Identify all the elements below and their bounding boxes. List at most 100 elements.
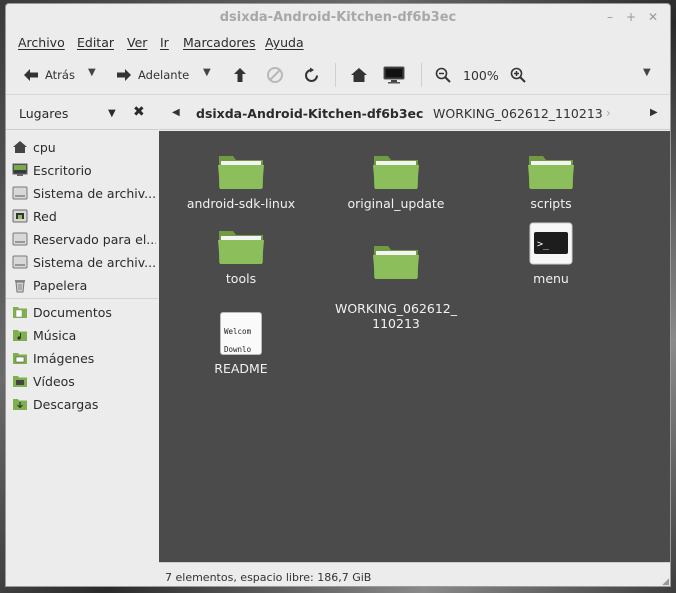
sidebar-item-label: Sistema de archiv...	[33, 254, 156, 270]
stop-button[interactable]	[266, 65, 284, 85]
file-name: tools	[225, 271, 257, 286]
file-name: original_update	[347, 196, 445, 211]
zoom-in-icon	[510, 67, 526, 83]
home-icon	[13, 141, 27, 153]
sidebar-item-label: Escritorio	[33, 162, 92, 178]
file-name: android-sdk-linux	[186, 196, 296, 211]
back-arrow-icon	[24, 69, 38, 81]
home-button[interactable]	[350, 65, 368, 85]
network-icon	[12, 209, 28, 223]
back-button[interactable]: Atrás	[23, 65, 75, 85]
sidebar-item-documentos[interactable]: Documentos	[12, 302, 156, 322]
pictures-folder-icon	[13, 353, 27, 364]
home-icon	[351, 68, 367, 82]
sidebar-item-label: Sistema de archiv...	[33, 185, 156, 201]
stop-icon	[267, 67, 283, 83]
forward-label: Adelante	[138, 68, 190, 82]
toolbar: Atrás ▼ Adelante ▼ 100% ▼	[6, 55, 670, 95]
up-arrow-icon	[234, 68, 246, 82]
close-icon[interactable]: ✕	[646, 10, 660, 24]
drive-icon	[12, 186, 28, 200]
breadcrumb-current[interactable]: dsixda-Android-Kitchen-df6b3ec	[196, 106, 423, 121]
folder-icon	[218, 231, 264, 264]
path-bar: ◀ dsixda-Android-Kitchen-df6b3ec WORKING…	[159, 96, 670, 130]
sidebar-item-label: Reservado para el...	[33, 231, 156, 247]
file-item-working[interactable]: WORKING_062612_ 110213	[331, 227, 461, 331]
sidebar-item-imagenes[interactable]: Imágenes	[12, 348, 156, 368]
close-sidebar-icon[interactable]: ✖	[133, 104, 145, 120]
menu-marcadores[interactable]: Marcadores	[183, 35, 256, 50]
sidebar-item-label: Papelera	[33, 277, 88, 293]
breadcrumb-next[interactable]: WORKING_062612_110213	[433, 106, 603, 121]
file-name: README	[214, 361, 268, 376]
file-view[interactable]: android-sdk-linux original_update script…	[159, 131, 670, 562]
drive-icon	[12, 255, 28, 269]
forward-button[interactable]: Adelante	[116, 65, 189, 85]
folder-icon	[218, 156, 264, 189]
svg-text:>_: >_	[537, 239, 550, 250]
sidebar-item-label: Imágenes	[33, 350, 95, 366]
path-scroll-left-icon[interactable]: ◀	[172, 107, 180, 118]
sidebar-header: Lugares ▼ ✖	[6, 96, 158, 130]
sidebar-item-descargas[interactable]: Descargas	[12, 394, 156, 414]
terminal-script-icon: >_	[529, 222, 573, 265]
sidebar-item-papelera[interactable]: Papelera	[12, 275, 156, 295]
sidebar-mode-caret-icon[interactable]: ▼	[108, 108, 116, 119]
videos-folder-icon	[13, 376, 27, 387]
readme-preview-line1: Welcom	[224, 327, 252, 336]
maximize-icon[interactable]: +	[624, 10, 638, 24]
file-name: scripts	[530, 196, 572, 211]
file-item-readme[interactable]: Welcom Downlo README	[176, 312, 306, 376]
file-item-android-sdk-linux[interactable]: android-sdk-linux	[176, 152, 306, 211]
sidebar-item-escritorio[interactable]: Escritorio	[12, 160, 156, 180]
toolbar-separator	[335, 63, 336, 87]
menu-ayuda[interactable]: Ayuda	[265, 35, 304, 50]
resize-grip-icon[interactable]: ◢	[662, 577, 669, 586]
minimize-icon[interactable]: –	[603, 10, 617, 24]
up-button[interactable]	[233, 65, 247, 85]
file-item-scripts[interactable]: scripts	[486, 152, 616, 211]
folder-icon	[373, 246, 419, 279]
file-item-menu[interactable]: >_ menu	[486, 222, 616, 286]
title-bar[interactable]: dsixda-Android-Kitchen-df6b3ec – + ✕	[6, 4, 670, 31]
sidebar-item-filesystem-2[interactable]: Sistema de archiv...	[12, 252, 156, 272]
reload-button[interactable]	[303, 65, 320, 85]
path-scroll-right-icon[interactable]: ▶	[650, 107, 658, 118]
downloads-folder-icon	[13, 399, 27, 410]
sidebar-item-label: Música	[33, 327, 77, 343]
trash-icon	[15, 280, 25, 293]
forward-history-caret-icon[interactable]: ▼	[203, 67, 211, 78]
sidebar-item-label: cpu	[33, 139, 56, 155]
sidebar-item-reserved[interactable]: Reservado para el...	[12, 229, 156, 249]
toolbar-overflow-caret-icon[interactable]: ▼	[643, 67, 651, 78]
music-folder-icon	[13, 330, 27, 341]
file-name: WORKING_062612_ 110213	[334, 301, 458, 331]
desktop-icon	[12, 163, 28, 176]
zoom-out-button[interactable]	[435, 65, 451, 85]
computer-button[interactable]	[383, 65, 405, 85]
menu-archivo[interactable]: Archivo	[18, 35, 65, 50]
zoom-in-button[interactable]	[510, 65, 526, 85]
file-item-original-update[interactable]: original_update	[331, 152, 461, 211]
sidebar-item-filesystem-1[interactable]: Sistema de archiv...	[12, 183, 156, 203]
zoom-level[interactable]: 100%	[463, 65, 499, 85]
menu-editar[interactable]: Editar	[77, 35, 114, 50]
sidebar-item-red[interactable]: Red	[12, 206, 156, 226]
sidebar-item-label: Vídeos	[33, 373, 75, 389]
folder-icon	[13, 307, 27, 318]
sidebar-item-musica[interactable]: Música	[12, 325, 156, 345]
menu-bar: Archivo Editar Ver Ir Marcadores Ayuda	[6, 31, 670, 55]
sidebar-item-cpu[interactable]: cpu	[12, 137, 156, 157]
file-manager-window: dsixda-Android-Kitchen-df6b3ec – + ✕ Arc…	[5, 3, 671, 587]
back-history-caret-icon[interactable]: ▼	[88, 67, 96, 78]
breadcrumb-separator-icon: ›	[606, 106, 611, 120]
sidebar-item-videos[interactable]: Vídeos	[12, 371, 156, 391]
drive-icon	[12, 232, 28, 246]
file-item-tools[interactable]: tools	[176, 227, 306, 286]
sidebar: cpu Escritorio Sistema de archiv... Red …	[6, 131, 158, 586]
back-label: Atrás	[45, 68, 75, 82]
zoom-out-icon	[435, 67, 451, 83]
menu-ir[interactable]: Ir	[160, 35, 169, 50]
sidebar-title[interactable]: Lugares	[19, 106, 68, 121]
menu-ver[interactable]: Ver	[127, 35, 147, 50]
